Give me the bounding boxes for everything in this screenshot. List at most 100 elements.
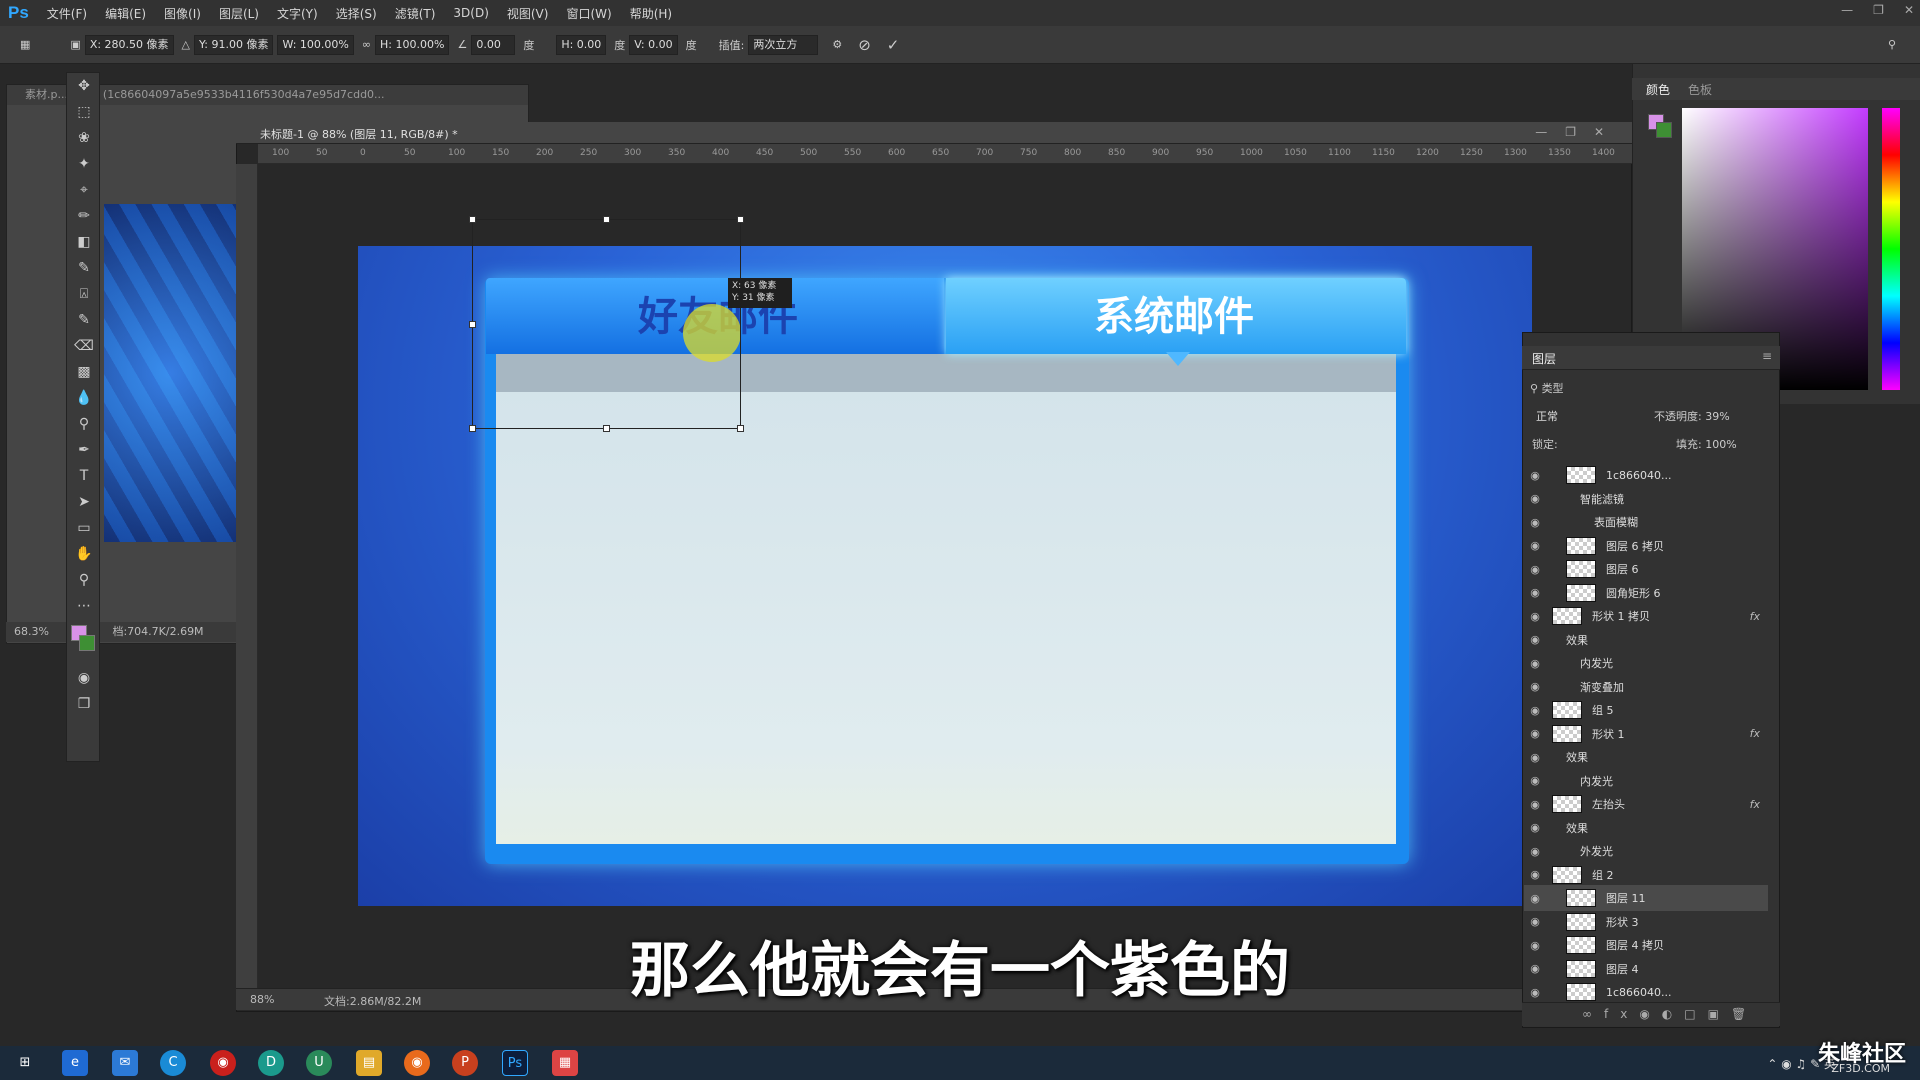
fill-value[interactable]: 100%: [1705, 438, 1736, 451]
transform-handle[interactable]: [469, 216, 476, 223]
restore-icon[interactable]: ❐: [1873, 3, 1884, 17]
tray-icons[interactable]: ⌃ ◉ ♫ ✎: [1767, 1057, 1824, 1071]
angle-field[interactable]: 0.00: [471, 34, 516, 55]
layer-row[interactable]: ◉ 图层 6: [1524, 556, 1768, 582]
layer-name[interactable]: 效果: [1566, 749, 1588, 765]
color-swatches[interactable]: [67, 619, 101, 665]
visibility-eye-icon[interactable]: ◉: [1524, 892, 1546, 905]
tab-color[interactable]: 颜色: [1646, 81, 1670, 98]
menu-view[interactable]: 视图(V): [507, 5, 549, 22]
visibility-eye-icon[interactable]: ◉: [1524, 704, 1546, 717]
y-field[interactable]: Y: 91.00 像素: [194, 34, 274, 55]
brush-tool-icon[interactable]: ✎: [67, 255, 101, 281]
layer-name[interactable]: 效果: [1566, 632, 1588, 648]
visibility-eye-icon[interactable]: ◉: [1524, 751, 1546, 764]
main-doc-tab[interactable]: 未标题-1 @ 88% (图层 11, RGB/8#) * —❐✕: [236, 122, 1632, 144]
layer-name[interactable]: 左抬头: [1592, 796, 1625, 812]
x-field[interactable]: X: 280.50 像素: [84, 34, 174, 55]
menu-layer[interactable]: 图层(L): [219, 5, 259, 22]
layer-row[interactable]: ◉ 渐变叠加: [1524, 674, 1768, 700]
layer-row[interactable]: ◉ 图层 11: [1524, 885, 1768, 911]
panel-menu-icon[interactable]: ≡: [1762, 349, 1772, 363]
layer-row[interactable]: ◉ 效果: [1524, 744, 1768, 770]
menu-type[interactable]: 文字(Y): [277, 5, 318, 22]
app-image-icon[interactable]: ▦: [552, 1050, 578, 1076]
browser-icon[interactable]: C: [160, 1050, 186, 1076]
layer-row[interactable]: ◉ 外发光: [1524, 838, 1768, 864]
opacity-value[interactable]: 39%: [1705, 410, 1729, 423]
blend-mode-select[interactable]: 正常: [1536, 408, 1646, 424]
search-icon[interactable]: ⚲: [1888, 38, 1896, 51]
layer-name[interactable]: 智能滤镜: [1580, 491, 1624, 507]
path-selection-icon[interactable]: ➤: [67, 489, 101, 515]
tab-swatches[interactable]: 色板: [1688, 81, 1712, 98]
menu-window[interactable]: 窗口(W): [566, 5, 611, 22]
visibility-eye-icon[interactable]: ◉: [1524, 539, 1546, 552]
visibility-eye-icon[interactable]: ◉: [1524, 727, 1546, 740]
layer-row[interactable]: ◉ 智能滤镜: [1524, 486, 1768, 512]
menu-image[interactable]: 图像(I): [164, 5, 201, 22]
layers-title[interactable]: 图层: [1532, 350, 1556, 367]
opacity-control[interactable]: 不透明度: 39%: [1654, 408, 1730, 424]
transform-handle[interactable]: [469, 321, 476, 328]
move-tool-icon[interactable]: ✥: [67, 73, 101, 99]
visibility-eye-icon[interactable]: ◉: [1524, 657, 1546, 670]
healing-brush-icon[interactable]: ◧: [67, 229, 101, 255]
gradient-tool-icon[interactable]: ▩: [67, 359, 101, 385]
layer-name[interactable]: 圆角矩形 6: [1606, 585, 1661, 601]
link-icon[interactable]: ∞: [362, 38, 371, 51]
layer-row[interactable]: ◉ 组 2: [1524, 862, 1768, 888]
shape-tool-icon[interactable]: ▭: [67, 515, 101, 541]
background-color[interactable]: [79, 635, 95, 651]
photoshop-taskbar-icon[interactable]: Ps: [502, 1050, 528, 1076]
interp-select[interactable]: 两次立方: [748, 34, 819, 55]
visibility-eye-icon[interactable]: ◉: [1524, 845, 1546, 858]
visibility-eye-icon[interactable]: ◉: [1524, 774, 1546, 787]
layer-row[interactable]: ◉ 组 5: [1524, 697, 1768, 723]
type-tool-icon[interactable]: T: [67, 463, 101, 489]
cancel-transform-icon[interactable]: ⊘: [858, 36, 871, 54]
magic-wand-icon[interactable]: ✦: [67, 151, 101, 177]
menu-filter[interactable]: 滤镜(T): [395, 5, 436, 22]
layer-name[interactable]: 组 2: [1592, 867, 1614, 883]
fill-control[interactable]: 填充: 100%: [1676, 436, 1737, 452]
layer-row[interactable]: ◉ 表面模糊: [1524, 509, 1768, 535]
layer-name[interactable]: 组 5: [1592, 702, 1614, 718]
w-field[interactable]: W: 100.00%: [277, 34, 354, 55]
transform-bounding-box[interactable]: [469, 216, 744, 432]
layer-name[interactable]: 图层 6: [1606, 561, 1639, 577]
layer-name[interactable]: 内发光: [1580, 773, 1613, 789]
stamp-tool-icon[interactable]: ⍓: [67, 281, 101, 307]
zoom-tool-icon[interactable]: ⚲: [67, 567, 101, 593]
vskew-field[interactable]: V: 0.00: [629, 34, 678, 55]
eraser-icon[interactable]: ⌫: [67, 333, 101, 359]
visibility-eye-icon[interactable]: ◉: [1524, 868, 1546, 881]
menu-edit[interactable]: 编辑(E): [105, 5, 146, 22]
layer-name[interactable]: 内发光: [1580, 655, 1613, 671]
doc2-zoom[interactable]: 68.3%: [14, 625, 49, 638]
menu-3d[interactable]: 3D(D): [453, 6, 488, 20]
history-brush-icon[interactable]: ✎: [67, 307, 101, 333]
more-tools-icon[interactable]: ⋯: [67, 593, 101, 619]
marquee-tool-icon[interactable]: ⬚: [67, 99, 101, 125]
commit-transform-icon[interactable]: ✓: [887, 36, 900, 54]
menu-help[interactable]: 帮助(H): [630, 5, 672, 22]
app-green-icon[interactable]: U: [306, 1050, 332, 1076]
visibility-eye-icon[interactable]: ◉: [1524, 680, 1546, 693]
layer-row[interactable]: ◉ 1c866040...: [1524, 462, 1768, 488]
eyedropper-icon[interactable]: ✏: [67, 203, 101, 229]
minimize-icon[interactable]: —: [1841, 3, 1853, 17]
crop-tool-icon[interactable]: ⌖: [67, 177, 101, 203]
layer-name[interactable]: 效果: [1566, 820, 1588, 836]
transform-handle[interactable]: [603, 425, 610, 432]
dodge-tool-icon[interactable]: ⚲: [67, 411, 101, 437]
hue-slider[interactable]: [1882, 108, 1900, 390]
layer-row[interactable]: ◉ 圆角矩形 6: [1524, 580, 1768, 606]
firefox-icon[interactable]: ◉: [404, 1050, 430, 1076]
hskew-field[interactable]: H: 0.00: [556, 34, 607, 55]
layer-filter-type[interactable]: 类型: [1542, 382, 1564, 395]
layer-row[interactable]: ◉ 效果: [1524, 627, 1768, 653]
layer-row[interactable]: ◉ 内发光: [1524, 650, 1768, 676]
transform-handle[interactable]: [469, 425, 476, 432]
powerpoint-icon[interactable]: P: [452, 1050, 478, 1076]
